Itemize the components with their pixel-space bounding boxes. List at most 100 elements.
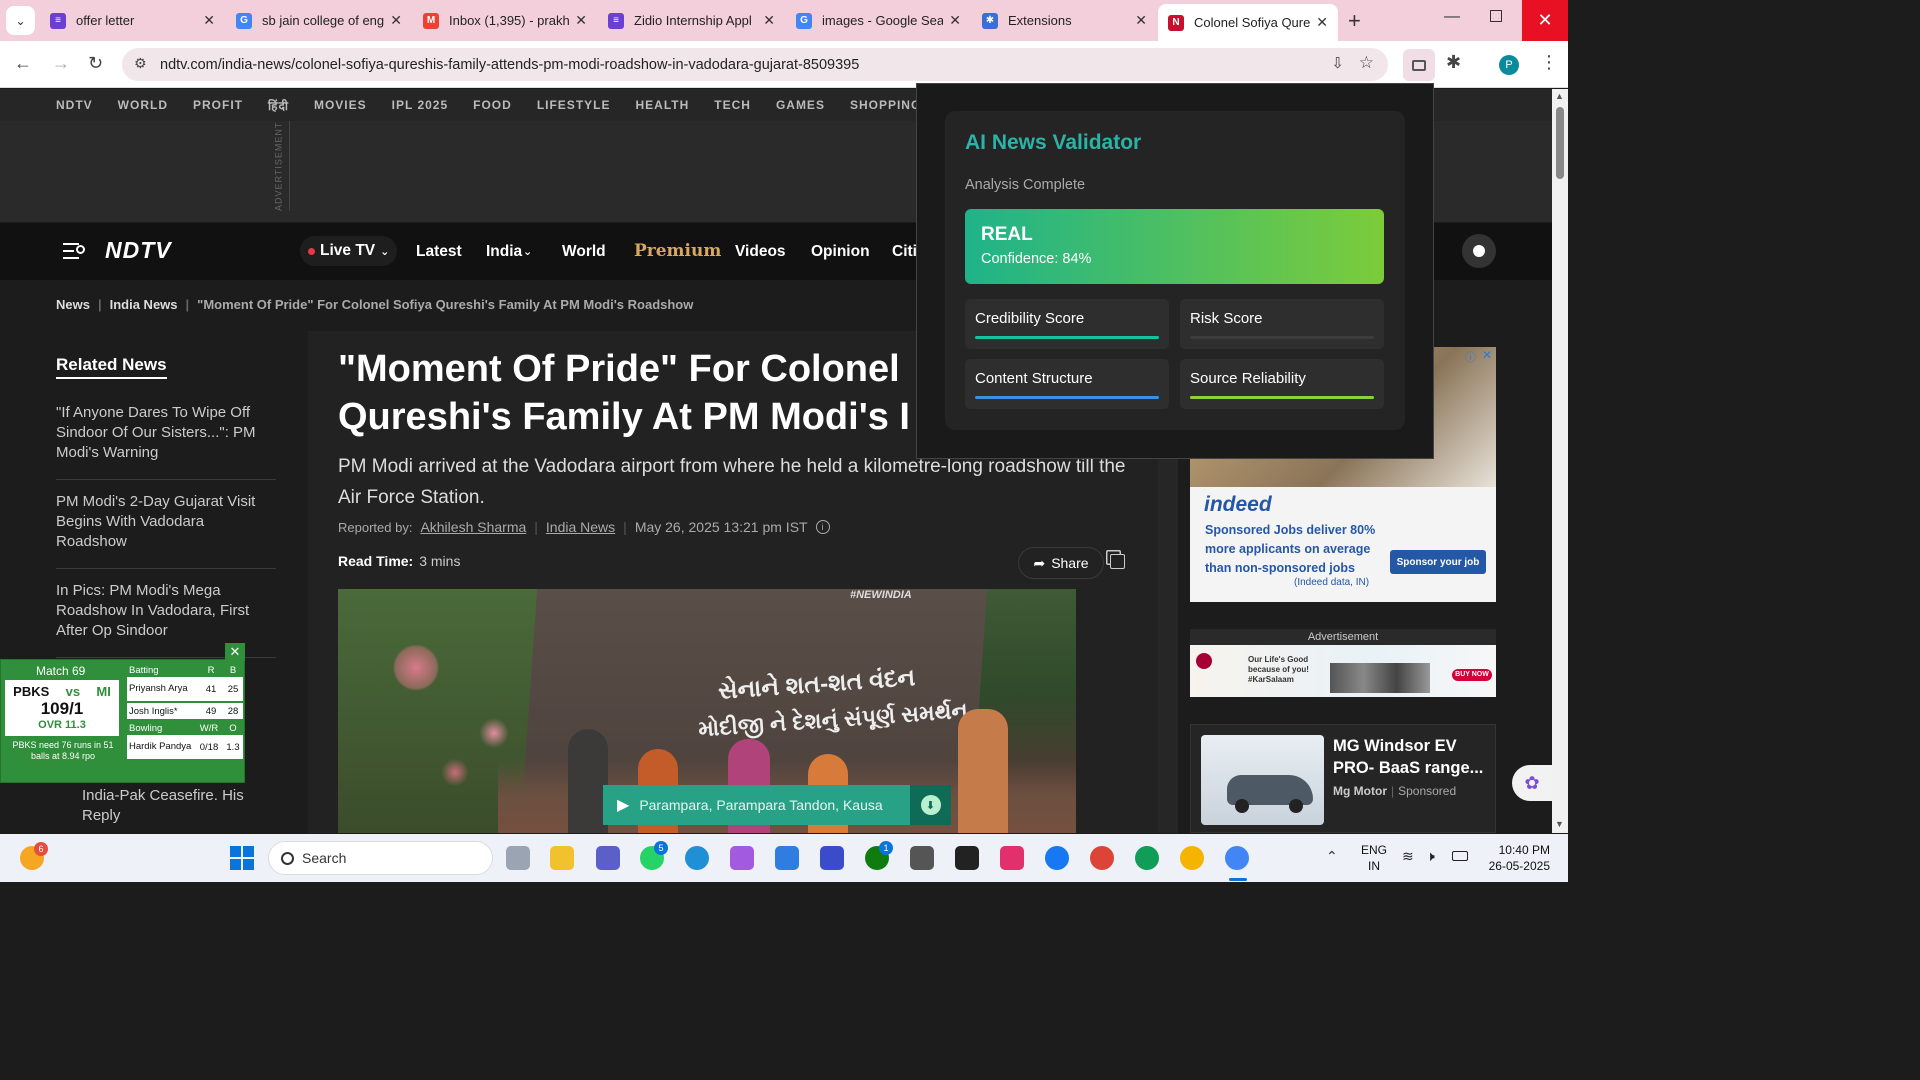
address-bar[interactable]: ⚙ ndtv.com/india-news/colonel-sofiya-qur…: [122, 48, 1388, 81]
menu-kebab-icon[interactable]: ⋮: [1540, 52, 1558, 73]
extensions-puzzle-icon[interactable]: ✱: [1446, 52, 1461, 73]
tab-close-icon[interactable]: ✕: [390, 12, 402, 29]
mg-ad-title[interactable]: MG Windsor EV PRO- BaaS range...: [1333, 735, 1491, 779]
buy-now-button[interactable]: BUY NOW: [1452, 669, 1492, 681]
store-icon[interactable]: [775, 846, 799, 870]
tab-close-icon[interactable]: ✕: [575, 12, 587, 29]
task-view-icon[interactable]: [506, 846, 530, 870]
mg-ad-card[interactable]: MG Windsor EV PRO- BaaS range... Mg Moto…: [1190, 724, 1496, 833]
chrome-icon[interactable]: [1135, 846, 1159, 870]
sponsor-job-button[interactable]: Sponsor your job: [1390, 550, 1486, 574]
forward-icon[interactable]: →: [52, 53, 70, 74]
scroll-up-arrow-icon[interactable]: ▲: [1555, 91, 1564, 101]
topnav-link[interactable]: SHOPPING: [850, 98, 921, 112]
mainnav-link[interactable]: Citi: [892, 243, 917, 261]
browser-tab[interactable]: ✱ Extensions ✕: [972, 0, 1157, 41]
chrome-icon[interactable]: [1090, 846, 1114, 870]
bookmark-star-icon[interactable]: ☆: [1359, 53, 1374, 73]
mainnav-link[interactable]: Premium: [634, 241, 721, 261]
browser-tab[interactable]: Gimages - Google Sea ✕: [786, 0, 971, 41]
tab-search-button[interactable]: ⌄: [6, 6, 35, 35]
topnav-link[interactable]: TECH: [714, 98, 751, 112]
browser-tab[interactable]: ≡ Zidio Internship Appl ✕: [598, 0, 785, 41]
language-indicator[interactable]: ENG IN: [1361, 842, 1387, 874]
browser-tab[interactable]: M Inbox (1,395) - prakh ✕: [413, 0, 597, 41]
scrollbar-thumb[interactable]: [1556, 107, 1564, 179]
share-button[interactable]: ➦ Share: [1018, 547, 1104, 579]
ad-info-icon[interactable]: ⓘ: [1465, 349, 1476, 365]
facebook-icon[interactable]: [1045, 846, 1069, 870]
restore-button[interactable]: [1490, 10, 1502, 22]
lg-ad[interactable]: Our Life's Good because of you! #KarSala…: [1190, 645, 1496, 697]
edge-icon[interactable]: [685, 846, 709, 870]
floating-assistant-icon[interactable]: ✿: [1512, 765, 1552, 801]
scroll-down-arrow-icon[interactable]: ▼: [1555, 819, 1564, 829]
chrome-icon[interactable]: [1225, 846, 1249, 870]
cricket-score-widget[interactable]: ✕ Match 69 PBKS vs MI 109/1 OVR 11.3 PBK…: [0, 643, 245, 783]
taskbar-search[interactable]: Search: [268, 841, 493, 875]
topnav-link[interactable]: MOVIES: [314, 98, 367, 112]
browser-tab[interactable]: N Colonel Sofiya Qures ✕: [1158, 4, 1338, 41]
wifi-icon[interactable]: ≋: [1402, 848, 1414, 865]
topnav-link[interactable]: IPL 2025: [392, 98, 448, 112]
chrome-icon[interactable]: [1180, 846, 1204, 870]
score-close-button[interactable]: ✕: [225, 643, 245, 661]
install-app-icon[interactable]: ⇩: [1331, 54, 1344, 72]
cursor-app-icon[interactable]: [820, 846, 844, 870]
tab-close-icon[interactable]: ✕: [1316, 14, 1328, 31]
new-tab-button[interactable]: +: [1348, 8, 1361, 34]
user-account-icon[interactable]: [1462, 234, 1496, 268]
adobe-icon[interactable]: [955, 846, 979, 870]
clock[interactable]: 10:40 PM 26-05-2025: [1480, 842, 1550, 874]
topnav-link[interactable]: FOOD: [473, 98, 512, 112]
instagram-icon[interactable]: [1000, 846, 1024, 870]
topnav-link[interactable]: GAMES: [776, 98, 825, 112]
settings-app-icon[interactable]: [910, 846, 934, 870]
tab-close-icon[interactable]: ✕: [203, 12, 215, 29]
file-explorer-icon[interactable]: [550, 846, 574, 870]
topnav-link[interactable]: NDTV: [56, 98, 93, 112]
battery-icon[interactable]: [1452, 851, 1468, 861]
topnav-link[interactable]: HEALTH: [635, 98, 689, 112]
teams-icon[interactable]: [596, 846, 620, 870]
browser-tab[interactable]: ≡ offer letter ✕: [40, 0, 225, 41]
mainnav-link[interactable]: India: [486, 243, 522, 261]
scrollbar-track[interactable]: ▲ ▼: [1552, 89, 1568, 833]
related-news-item[interactable]: PM Modi's 2-Day Gujarat Visit Begins Wit…: [56, 480, 276, 569]
topnav-link[interactable]: PROFIT: [193, 98, 243, 112]
mainnav-link[interactable]: Opinion: [811, 243, 870, 261]
audio-player[interactable]: ▶ Parampara, Parampara Tandon, Kausa ⬇: [603, 785, 951, 825]
topnav-link[interactable]: WORLD: [118, 98, 168, 112]
ndtv-logo[interactable]: NDTV: [105, 237, 172, 264]
related-news-item[interactable]: "If Anyone Dares To Wipe Off Sindoor Of …: [56, 391, 276, 480]
start-button[interactable]: [230, 846, 254, 870]
tab-close-icon[interactable]: ✕: [949, 12, 961, 29]
breadcrumb-item[interactable]: News: [56, 297, 90, 312]
topnav-link[interactable]: हिंदी: [268, 97, 289, 114]
mainnav-link[interactable]: Latest: [416, 243, 462, 261]
site-info-icon[interactable]: ⚙: [134, 55, 147, 72]
reload-icon[interactable]: ↻: [88, 53, 103, 74]
back-icon[interactable]: ←: [14, 53, 32, 74]
copy-link-icon[interactable]: [1110, 554, 1125, 569]
mainnav-link[interactable]: World: [562, 243, 606, 261]
browser-tab[interactable]: Gsb jain college of eng ✕: [226, 0, 412, 41]
play-icon[interactable]: ▶: [617, 795, 629, 815]
tab-close-icon[interactable]: ✕: [1135, 12, 1147, 29]
breadcrumb-item[interactable]: India News: [110, 297, 178, 312]
topnav-link[interactable]: LIFESTYLE: [537, 98, 611, 112]
volume-muted-icon[interactable]: 🕨: [1426, 848, 1435, 865]
mainnav-link[interactable]: Videos: [735, 243, 786, 261]
author-link[interactable]: Akhilesh Sharma: [420, 519, 526, 535]
category-link[interactable]: India News: [546, 519, 615, 535]
extension-action-icon[interactable]: [1403, 49, 1435, 81]
close-window-button[interactable]: ✕: [1522, 0, 1568, 41]
live-tv-menu[interactable]: Live TV ⌄: [300, 236, 398, 266]
audio-bar[interactable]: ▶ Parampara, Parampara Tandon, Kausa: [603, 785, 910, 825]
tab-close-icon[interactable]: ✕: [763, 12, 775, 29]
minimize-button[interactable]: —: [1444, 8, 1460, 26]
info-icon[interactable]: i: [815, 520, 830, 534]
copilot-icon[interactable]: [730, 846, 754, 870]
ad-close-icon[interactable]: ✕: [1482, 348, 1492, 362]
profile-avatar[interactable]: P: [1499, 55, 1519, 75]
